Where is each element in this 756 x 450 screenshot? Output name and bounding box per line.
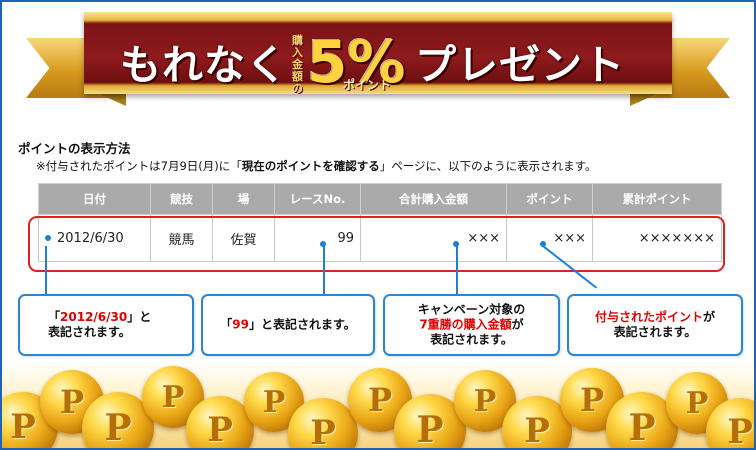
note-mid: に「 [218, 159, 242, 173]
display-note: ※付与されたポイントは7月9日(月)に「現在のポイントを確認する」ページに、以下… [36, 158, 597, 174]
coin-decoration: P P P P P P P P P P P P P P P [2, 362, 754, 448]
callout-date-value: 2012/6/30 [60, 310, 128, 324]
callout-race-value: 99 [232, 317, 249, 332]
vertical-char: の [292, 82, 303, 95]
callout-text: が [511, 317, 524, 332]
header-total-amount: 合計購入金額 [360, 183, 507, 215]
callout-text: 表記されます。 [48, 325, 131, 339]
banner-title-part2: プレゼント [415, 40, 625, 89]
table-header-row: 日付 競技 場 レースNo. 合計購入金額 ポイント 累計ポイント [38, 183, 722, 215]
banner-percent-block: 5% ポイント [307, 33, 409, 92]
connector-line [323, 246, 325, 294]
callout-point: 付与されたポイントが 表記されます。 [567, 294, 743, 356]
section-title: ポイントの表示方法 [18, 141, 131, 156]
page-frame: もれなく 購 入 金 額 の 5% ポイント プレゼント ポイントの表示方法 ※… [0, 0, 756, 450]
banner-title-part1: もれなく [120, 40, 288, 89]
banner-title: もれなく 購 入 金 額 の 5% ポイント プレゼント [120, 33, 625, 95]
note-bold: 現在のポイントを確認する [241, 159, 380, 173]
callout-text: 表記されます。 [613, 325, 697, 339]
header-sport: 競技 [150, 183, 213, 215]
callout-text: が [703, 310, 716, 324]
callout-text: 表記されます。 [430, 332, 513, 347]
callout-amount: キャンペーン対象の 7重勝の購入金額が 表記されます。 [383, 294, 560, 356]
connector-line [456, 246, 458, 294]
callout-text: キャンペーン対象の [417, 302, 526, 317]
callout-quote: 「 [220, 317, 233, 332]
header-date: 日付 [38, 183, 151, 215]
header-venue: 場 [212, 183, 275, 215]
header-point: ポイント [506, 183, 593, 215]
connector-line [45, 246, 47, 294]
highlight-outline [28, 216, 725, 272]
callout-quote: 「 [48, 310, 61, 324]
header-race-no: レースNo. [274, 183, 361, 215]
banner-vertical-text: 購 入 金 額 の [292, 35, 303, 95]
callout-point-highlight: 付与されたポイント [594, 310, 703, 324]
campaign-banner: もれなく 購 入 金 額 の 5% ポイント プレゼント [2, 2, 754, 130]
callout-date: 「2012/6/30」と 表記されます。 [18, 294, 194, 356]
banner-point-label: ポイント [343, 78, 392, 92]
header-cumulative-point: 累計ポイント [592, 183, 722, 215]
callout-amount-highlight: 7重勝の購入金額 [419, 317, 512, 332]
note-suffix: 」ページに、以下のように表示されます。 [379, 159, 597, 173]
note-date: 7月9日(月) [160, 159, 219, 173]
note-prefix: ※付与されたポイントは [36, 159, 161, 173]
callout-text: 」と表記されます。 [248, 317, 356, 332]
callout-quote: 」と [127, 310, 152, 324]
callout-race-no: 「99」と表記されます。 [201, 294, 375, 356]
